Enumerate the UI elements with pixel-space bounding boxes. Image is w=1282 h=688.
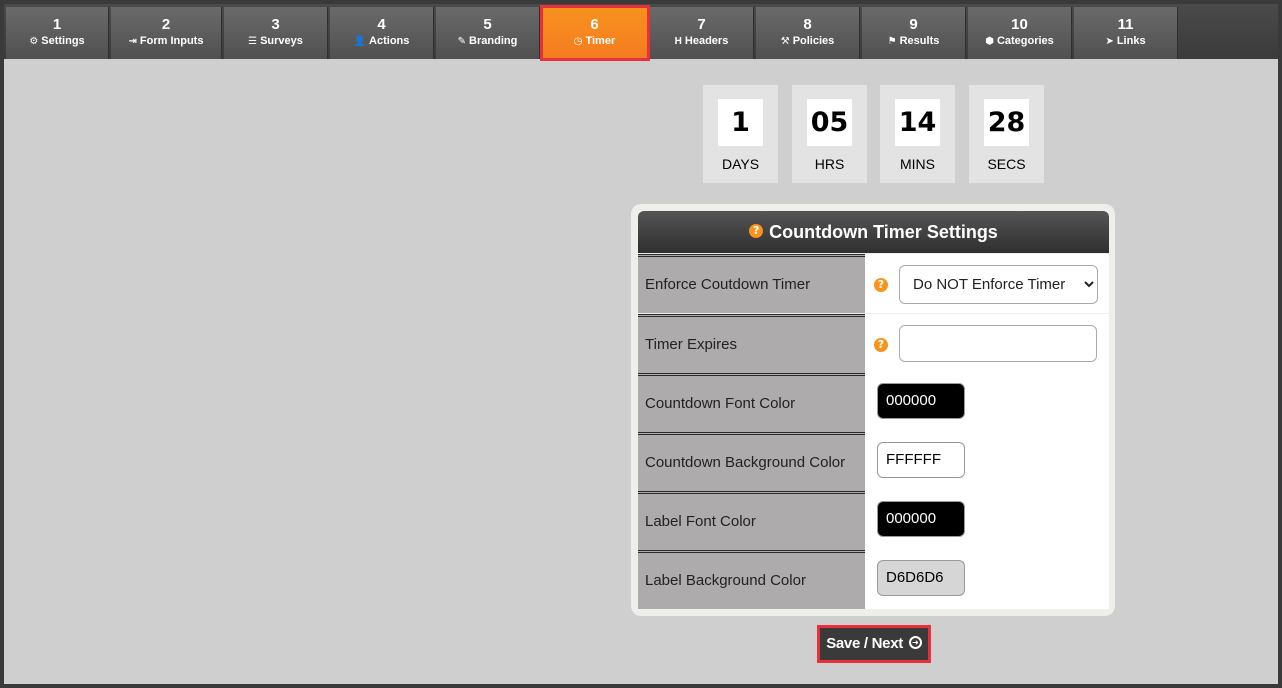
save-next-button[interactable]: Save / Next ➜ — [817, 625, 931, 663]
user-icon: 👤 — [353, 36, 367, 47]
question-icon: ? — [749, 224, 764, 239]
timer-expires-label: Timer Expires — [638, 314, 865, 373]
label-bg-color-input[interactable]: D6D6D6 — [877, 560, 965, 596]
tab-label: Policies — [792, 35, 835, 47]
tab-number: 1 — [52, 16, 62, 33]
tab-timer[interactable]: 6 ◷ Timer — [540, 5, 650, 61]
tab-actions[interactable]: 4 👤 Actions — [330, 7, 434, 59]
countdown-seconds-value: 28 — [984, 99, 1029, 146]
label-bg-color-row: Label Background Color D6D6D6 — [638, 550, 1109, 609]
countdown-font-color-label: Countdown Font Color — [638, 373, 865, 432]
label-font-color-row: Label Font Color 000000 — [638, 491, 1109, 550]
tab-headers[interactable]: 7 H Headers — [650, 7, 754, 59]
countdown-minutes: 14 MINS — [880, 85, 955, 183]
countdown-minutes-value: 14 — [895, 99, 940, 146]
tab-number: 6 — [590, 16, 599, 33]
help-icon[interactable]: ? — [874, 278, 888, 292]
tab-branding[interactable]: 5 ✎ Branding — [436, 7, 540, 59]
timer-expires-row: Timer Expires ? — [638, 314, 1109, 373]
label-bg-color-label: Label Background Color — [638, 550, 865, 609]
countdown-bg-color-label: Countdown Background Color — [638, 432, 865, 491]
brush-icon: ✎ — [457, 36, 467, 47]
step-tab-bar: 1 ⚙ Settings 2 ⇥ Form Inputs 3 ☰ Surveys 4 … — [4, 4, 1278, 61]
tab-surveys[interactable]: 3 ☰ Surveys — [224, 7, 328, 59]
countdown-font-color-input[interactable]: 000000 — [877, 383, 965, 419]
timer-expires-input[interactable] — [899, 325, 1097, 362]
tab-label: Headers — [684, 35, 729, 47]
tab-policies[interactable]: 8 ⚒ Policies — [756, 7, 860, 59]
tab-label: Actions — [369, 35, 410, 47]
countdown-seconds-label: SECS — [987, 156, 1026, 172]
tab-categories[interactable]: 10 ⬢ Categories — [968, 7, 1072, 59]
tab-number: 8 — [803, 16, 812, 33]
countdown-settings-panel: ? Countdown Timer Settings Enforce Coutdo… — [631, 204, 1115, 616]
list-icon: ☰ — [248, 36, 258, 47]
tab-label: Form Inputs — [139, 35, 204, 47]
pointer-icon: ➤ — [1105, 36, 1114, 47]
sign-in-icon: ⇥ — [128, 36, 137, 47]
tab-number: 9 — [909, 16, 918, 33]
tab-settings[interactable]: 1 ⚙ Settings — [6, 7, 109, 59]
tab-label: Branding — [469, 35, 518, 47]
tab-form-inputs[interactable]: 2 ⇥ Form Inputs — [111, 7, 222, 59]
tab-number: 5 — [483, 16, 492, 33]
label-font-color-label: Label Font Color — [638, 491, 865, 550]
tab-label: Settings — [41, 35, 85, 47]
header-icon: H — [674, 36, 682, 47]
countdown-seconds: 28 SECS — [969, 85, 1044, 183]
save-next-label: Save / Next — [826, 635, 903, 652]
gear-icon: ⚙ — [29, 36, 39, 47]
panel-header: ? Countdown Timer Settings — [638, 211, 1109, 253]
tab-label: Categories — [996, 35, 1054, 47]
tab-number: 11 — [1117, 16, 1134, 33]
arrow-right-circle-icon: ➜ — [908, 635, 922, 649]
tab-results[interactable]: 9 ⚑ Results — [862, 7, 966, 59]
gavel-icon: ⚒ — [780, 36, 790, 47]
app-frame: 1 ⚙ Settings 2 ⇥ Form Inputs 3 ☰ Surveys 4 … — [4, 4, 1278, 684]
countdown-days-value: 1 — [718, 99, 763, 146]
tab-label: Links — [1116, 35, 1146, 47]
tab-number: 4 — [377, 16, 386, 33]
clock-icon: ◷ — [573, 36, 583, 47]
countdown-bg-color-row: Countdown Background Color FFFFFF — [638, 432, 1109, 491]
countdown-hours-value: 05 — [807, 99, 852, 146]
tab-number: 10 — [1011, 16, 1028, 33]
enforce-timer-label: Enforce Coutdown Timer — [638, 254, 865, 313]
tab-links[interactable]: 11 ➤ Links — [1074, 7, 1178, 59]
countdown-days: 1 DAYS — [703, 85, 778, 183]
tab-number: 2 — [161, 16, 171, 33]
tab-label: Surveys — [260, 35, 303, 47]
countdown-hours: 05 HRS — [792, 85, 867, 183]
tab-number: 7 — [697, 16, 706, 33]
countdown-bg-color-input[interactable]: FFFFFF — [877, 442, 965, 478]
panel-title: Countdown Timer Settings — [769, 222, 998, 242]
countdown-font-color-row: Countdown Font Color 000000 — [638, 373, 1109, 432]
help-icon[interactable]: ? — [874, 338, 888, 352]
cubes-icon: ⬢ — [985, 36, 994, 47]
enforce-timer-select[interactable]: Do NOT Enforce Timer — [899, 265, 1098, 304]
countdown-hours-label: HRS — [814, 156, 845, 172]
tab-number: 3 — [271, 16, 280, 33]
enforce-timer-row: Enforce Coutdown Timer ? Do NOT Enforce … — [638, 254, 1109, 313]
countdown-days-label: DAYS — [721, 156, 760, 172]
tab-label: Results — [899, 35, 940, 47]
flag-icon: ⚑ — [887, 36, 897, 47]
countdown-minutes-label: MINS — [900, 156, 935, 172]
label-font-color-input[interactable]: 000000 — [877, 501, 965, 537]
tab-label: Timer — [585, 35, 616, 47]
